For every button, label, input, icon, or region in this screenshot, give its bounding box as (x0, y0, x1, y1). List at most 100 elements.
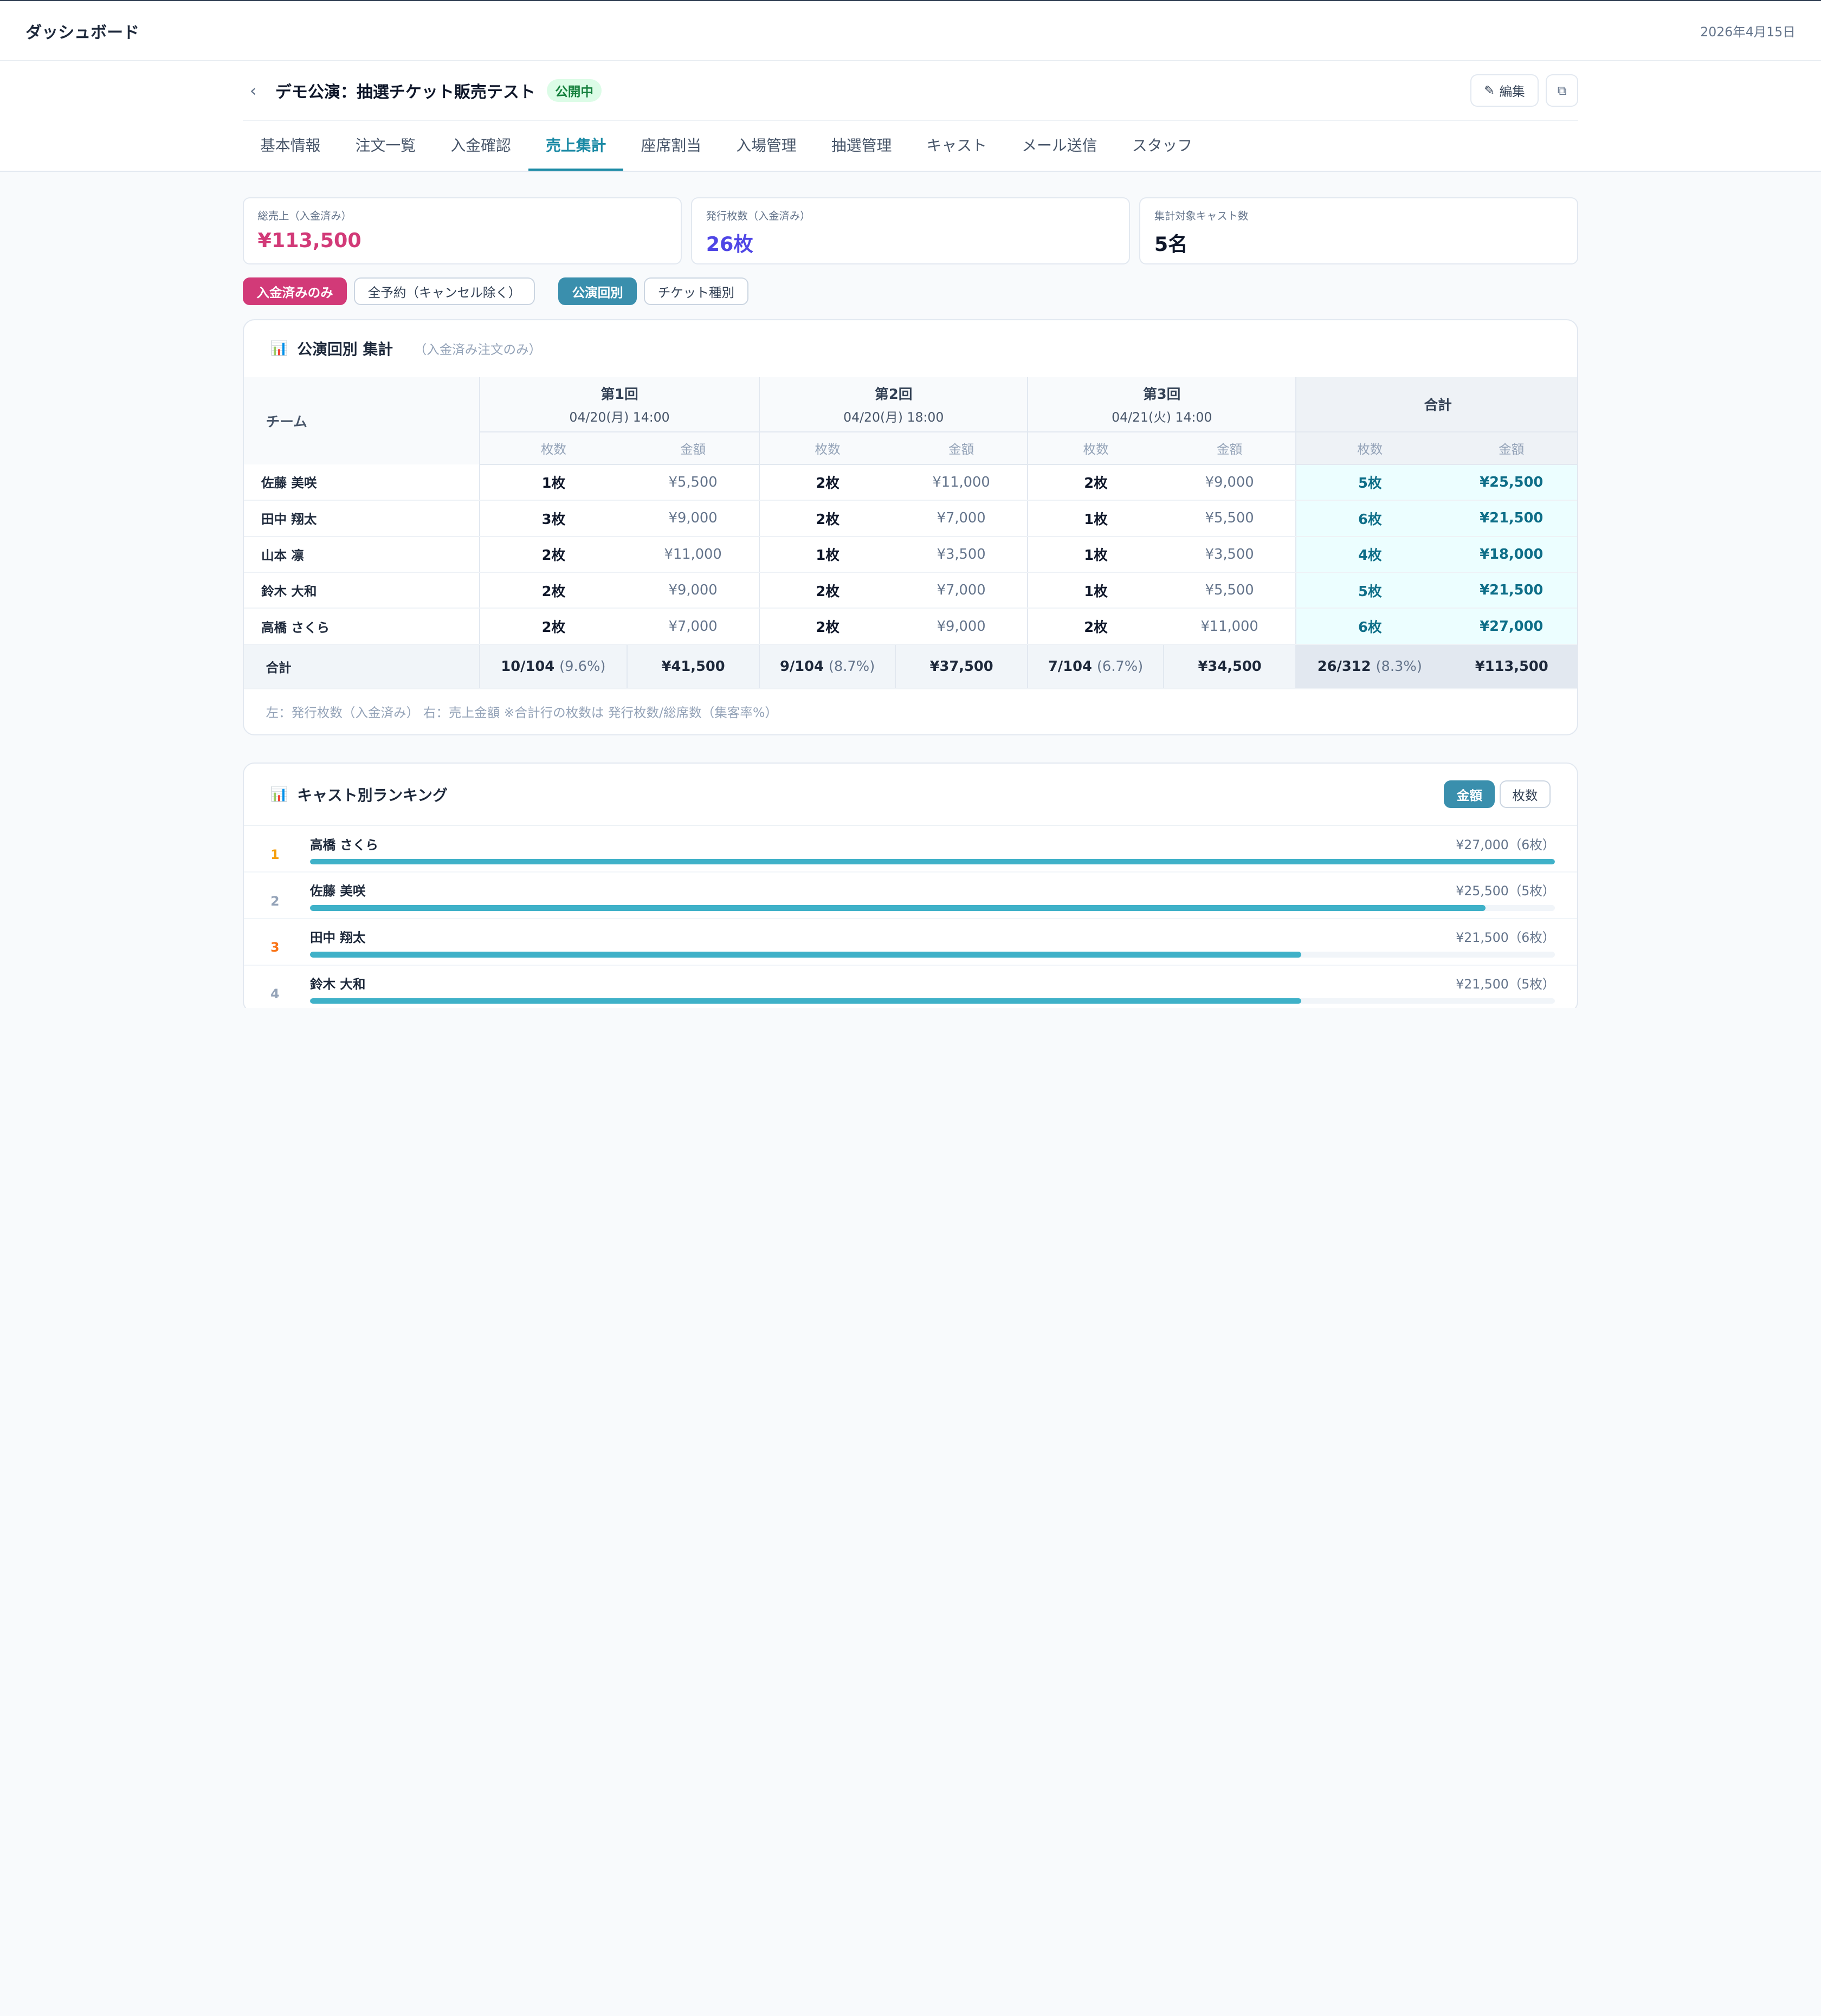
amount-col-header: 金額 (627, 431, 760, 465)
cast-name: 高橋 さくら (243, 608, 480, 645)
ticket-count-cell: 1枚 (1027, 572, 1164, 609)
total-count: 7/104 (6.7%) (1027, 644, 1164, 689)
sort-by-count[interactable]: 枚数 (1499, 780, 1551, 809)
session-summary-table: チーム 第1回 04/20(月) 14:00 第2回 04/20(月) 18:00 第3回… (243, 377, 1578, 689)
ranking-top: 佐藤 美咲 ¥25,500（5枚） (310, 880, 1555, 901)
app: ダッシュボード 2026年4月15日 ‹ デモ公演：抽選チケット販売テスト 公開… (0, 0, 1821, 1008)
occupancy-rate: (9.6%) (559, 658, 606, 675)
total-amount-cell: ¥18,000 (1443, 536, 1578, 573)
filter-paid-only[interactable]: 入金済みのみ (242, 277, 347, 306)
ranking-body: 田中 翔太 ¥21,500（6枚） (309, 926, 1555, 958)
rank-number: 3 (270, 940, 280, 955)
ticket-count-cell: 1枚 (1027, 500, 1164, 537)
filter-all-reservations[interactable]: 全予約（キャンセル除く） (354, 277, 535, 306)
dashboard-link[interactable]: ダッシュボード (25, 19, 139, 43)
cast-name: 山本 凛 (243, 536, 480, 573)
ticket-count-cell: 1枚 (1027, 536, 1164, 573)
team-header: チーム (243, 377, 480, 464)
view-by-ticket-type[interactable]: チケット種別 (644, 277, 748, 306)
tab-6[interactable]: 抽選管理 (814, 121, 909, 171)
occupancy-rate: (8.3%) (1376, 658, 1422, 675)
session-summary-subtitle: （入金済み注文のみ） (414, 342, 542, 358)
tab-7[interactable]: キャスト (909, 121, 1004, 171)
view-by-session[interactable]: 公演回別 (558, 277, 637, 306)
occupancy-rate: (6.7%) (1096, 658, 1144, 675)
total-amount-cell: ¥27,000 (1443, 608, 1578, 645)
filter-bar: 入金済みのみ 全予約（キャンセル除く） 公演回別 チケット種別 (242, 277, 1578, 306)
main-content: 総売上（入金済み） ¥113,500 発行枚数（入金済み） 26枚 集計対象キャスト数 5… (242, 172, 1579, 1008)
table-row: 佐藤 美咲 1枚 ¥5,500 2枚 ¥11,000 2枚 ¥9,000 5枚 ¥25,500 (243, 464, 1578, 501)
ticket-count-cell: 2枚 (759, 572, 895, 609)
ticket-count-cell: 2枚 (479, 572, 627, 609)
ticket-count-cell: 1枚 (759, 536, 895, 573)
occupancy-rate: (8.7%) (828, 658, 875, 675)
ranking-value: ¥21,500（6枚） (1456, 930, 1555, 946)
tab-2[interactable]: 入金確認 (433, 121, 528, 171)
tab-4[interactable]: 座席割当 (623, 121, 719, 171)
ranking-value: ¥21,500（5枚） (1456, 976, 1555, 992)
tab-1[interactable]: 注文一覧 (338, 121, 434, 171)
total-count-value: 26/312 (1317, 658, 1376, 675)
tab-0[interactable]: 基本情報 (243, 121, 338, 171)
ranking-item: 3 田中 翔太 ¥21,500（6枚） (243, 919, 1578, 966)
stat-label: 発行枚数（入金済み） (706, 210, 811, 223)
cast-name: 佐藤 美咲 (243, 464, 480, 501)
tab-8[interactable]: メール送信 (1004, 121, 1115, 171)
ticket-count-cell: 2枚 (1027, 464, 1164, 501)
edit-button[interactable]: ✎ 編集 (1470, 74, 1539, 107)
cast-name: 田中 翔太 (243, 500, 480, 537)
stat-card: 発行枚数（入金済み） 26枚 (690, 197, 1130, 265)
amount-cell: ¥7,000 (895, 500, 1028, 537)
tab-5[interactable]: 入場管理 (719, 121, 814, 171)
event-header: ‹ デモ公演：抽選チケット販売テスト 公開中 ✎ 編集 ⧉ 基本情報 注文一覧 入金… (0, 61, 1821, 172)
rank-number: 2 (270, 893, 280, 909)
session-header: 第2回 04/20(月) 18:00 (759, 377, 1028, 432)
session-date: 04/20(月) 18:00 (843, 409, 944, 425)
stat-label: 総売上（入金済み） (257, 210, 352, 223)
amount-cell: ¥9,000 (627, 572, 760, 609)
stat-card: 総売上（入金済み） ¥113,500 (242, 197, 682, 265)
copy-icon: ⧉ (1557, 83, 1567, 99)
total-amount-cell: ¥21,500 (1443, 500, 1578, 537)
ranking-bar-fill (309, 858, 1555, 865)
ranking-top: 高橋 さくら ¥27,000（6枚） (310, 833, 1555, 854)
count-col-header: 枚数 (759, 431, 895, 465)
session-name: 第3回 (1143, 386, 1181, 403)
total-count-cell: 5枚 (1295, 572, 1444, 609)
sort-by-amount[interactable]: 金額 (1444, 780, 1495, 809)
total-count-value: 10/104 (501, 658, 560, 675)
total-count-cell: 5枚 (1295, 464, 1444, 501)
ticket-count-cell: 2枚 (759, 608, 895, 645)
count-col-header: 枚数 (1295, 431, 1444, 465)
ranking-top: 鈴木 大和 ¥21,500（5枚） (310, 972, 1555, 993)
ranking-bar-track (309, 951, 1555, 958)
title-row: ‹ デモ公演：抽選チケット販売テスト 公開中 ✎ 編集 ⧉ (242, 61, 1579, 121)
amount-cell: ¥11,000 (1163, 608, 1296, 645)
tab-9[interactable]: スタッフ (1115, 121, 1210, 171)
ranking-body: 佐藤 美咲 ¥25,500（5枚） (309, 880, 1555, 911)
total-amount-cell: ¥25,500 (1443, 464, 1578, 501)
ranking-cast-name: 田中 翔太 (309, 930, 366, 946)
ranking-bar-fill (309, 998, 1301, 1004)
amount-cell: ¥9,000 (895, 608, 1028, 645)
cast-ranking-card: 📊 キャスト別ランキング 金額 枚数 1 高橋 さくら ¥27,000（6枚） 2 佐藤… (242, 762, 1579, 1008)
amount-cell: ¥3,500 (895, 536, 1028, 573)
amount-cell: ¥11,000 (895, 464, 1028, 501)
tab-3[interactable]: 売上集計 (528, 121, 624, 171)
ranking-item: 4 鈴木 大和 ¥21,500（5枚） (244, 966, 1577, 1008)
total-count: 10/104 (9.6%) (479, 644, 627, 689)
ranking-bar-track (309, 858, 1555, 865)
ranking-list: 1 高橋 さくら ¥27,000（6枚） 2 佐藤 美咲 ¥25,500（5枚） 3 田中 翔… (243, 826, 1578, 1008)
total-header: 合計 (1295, 377, 1578, 432)
stat-value: ¥113,500 (257, 228, 361, 252)
rank-number: 1 (270, 847, 280, 862)
total-row-label: 合計 (243, 644, 480, 689)
ranking-bar-fill (309, 951, 1301, 958)
ranking-body: 高橋 さくら ¥27,000（6枚） (309, 833, 1555, 865)
chevron-left-icon[interactable]: ‹ (243, 80, 264, 101)
copy-button[interactable]: ⧉ (1546, 74, 1579, 107)
topbar: ダッシュボード 2026年4月15日 (0, 1, 1821, 62)
count-col-header: 枚数 (479, 431, 627, 465)
session-summary-card: 📊 公演回別 集計 （入金済み注文のみ） チーム 第1回 04/20(月) 14:0… (242, 319, 1579, 736)
total-count-cell: 6枚 (1295, 500, 1444, 537)
